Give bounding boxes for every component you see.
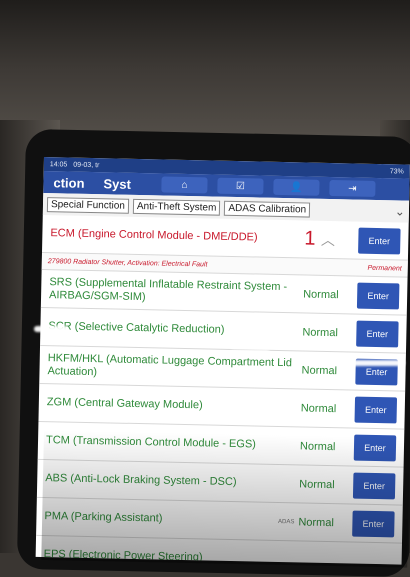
fault-code: 279800 Radiator Shutter, Activation: Ele… [47, 257, 208, 268]
fault-count: 1 ︿ [304, 227, 336, 250]
system-status: Normal [298, 515, 334, 529]
exit-button[interactable]: ⇥ [329, 179, 376, 197]
enter-button[interactable]: Enter [352, 472, 396, 499]
status-time: 14:05 [49, 160, 68, 168]
system-name: HKFM/HKL (Automatic Luggage Compartment … [47, 351, 293, 378]
system-status: Normal [299, 439, 336, 453]
profile-button[interactable]: 👤 [273, 178, 320, 196]
home-icon: ⌂ [181, 179, 188, 191]
tab-special-function[interactable]: Special Function [46, 196, 130, 214]
system-name: SRS (Supplemental Inflatable Restraint S… [48, 275, 288, 303]
tab-adas-calibration[interactable]: ADAS Calibration [224, 200, 311, 218]
chevron-down-icon[interactable]: ⌄ [395, 204, 405, 218]
system-name: TCM (Transmission Control Module - EGS) [45, 434, 257, 451]
enter-button[interactable]: Enter [356, 282, 400, 309]
nav-title-right: Syst [103, 175, 132, 192]
report-button[interactable]: ☑ [217, 177, 264, 195]
system-name: PMA (Parking Assistant) [44, 510, 163, 525]
exit-icon: ⇥ [348, 182, 357, 195]
tab-anti-theft[interactable]: Anti-Theft System [132, 198, 221, 216]
light-glare [34, 326, 68, 332]
enter-button[interactable]: Enter [358, 227, 401, 254]
system-name: ABS (Anti-Lock Braking System - DSC) [45, 472, 237, 489]
light-glare [325, 360, 405, 366]
system-row-ecm[interactable]: ECM (Engine Control Module - DME/DDE) 1 … [41, 214, 409, 261]
status-date: 09-03, tr [73, 161, 100, 169]
system-status: Normal [302, 325, 338, 339]
home-button[interactable]: ⌂ [161, 176, 208, 194]
system-status: Normal [300, 401, 337, 415]
adas-badge: ADAS [278, 518, 295, 525]
enter-button[interactable]: Enter [356, 320, 399, 347]
enter-button[interactable]: Enter [353, 434, 397, 461]
person-icon: 👤 [290, 181, 303, 193]
enter-button[interactable]: Enter [352, 510, 395, 537]
system-status: Normal [299, 477, 335, 491]
enter-button[interactable]: Enter [354, 396, 398, 423]
system-name: ECM (Engine Control Module - DME/DDE) [50, 227, 258, 244]
nav-title-left: ction [53, 174, 85, 191]
chevron-up-icon: ︿ [320, 231, 336, 249]
status-battery: 73% [389, 167, 404, 176]
system-name: SCR (Selective Catalytic Reduction) [48, 320, 225, 336]
background-ceiling [0, 0, 410, 150]
light-glare [230, 350, 270, 356]
checklist-icon: ☑ [235, 180, 246, 192]
system-name: ZGM (Central Gateway Module) [46, 396, 203, 412]
fault-type: Permanent [367, 264, 402, 273]
system-status: Normal [303, 287, 339, 301]
